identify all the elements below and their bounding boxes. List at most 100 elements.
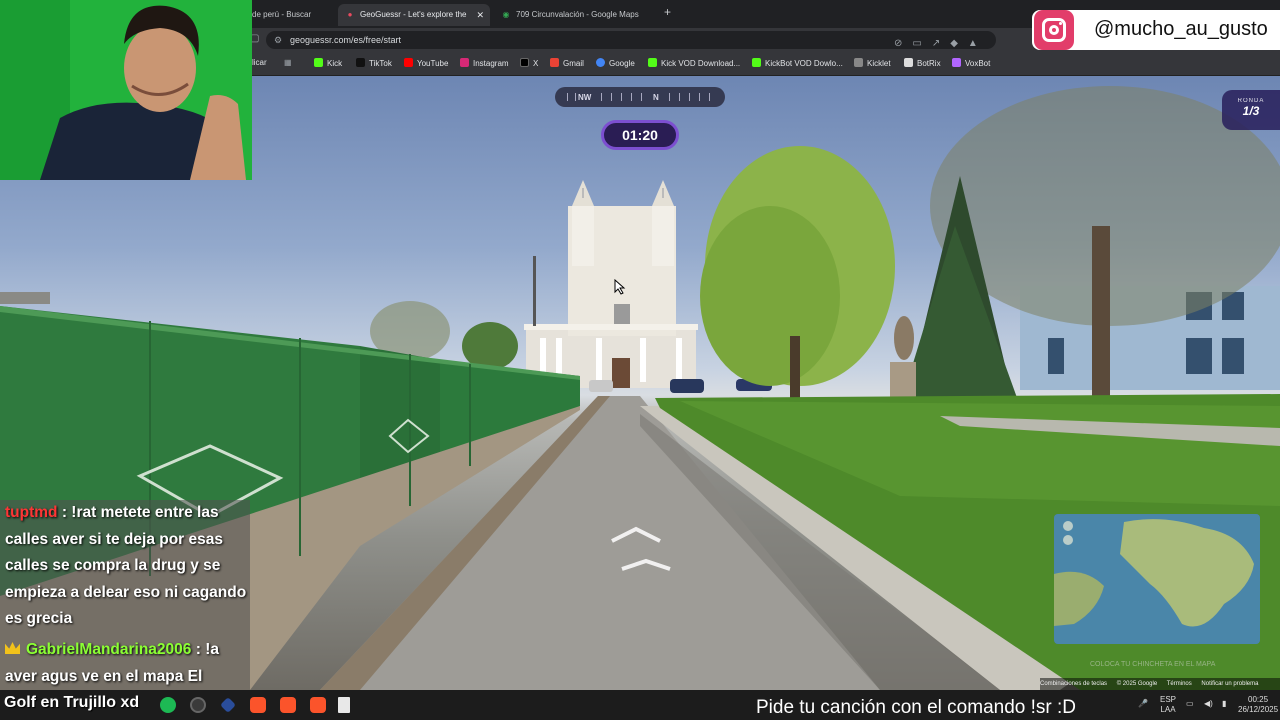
- bookmark-item[interactable]: KickBot VOD Dowlo...: [752, 58, 843, 68]
- bookmark-label: Kick: [327, 59, 343, 68]
- brave-browser-icon[interactable]: [280, 697, 296, 713]
- bookmark-label: Gmail: [563, 59, 584, 68]
- compass-label: N: [653, 93, 659, 102]
- compass-label: NW: [578, 93, 592, 102]
- bookmark-label: Instagram: [473, 59, 509, 68]
- map-attribution-bar: Combinaciones de teclas © 2025 Google Té…: [1040, 678, 1280, 690]
- clock[interactable]: 00:25 26/12/2025: [1238, 695, 1278, 715]
- google-icon: [596, 58, 605, 67]
- app-icon[interactable]: [220, 697, 236, 713]
- site-info-icon[interactable]: ⚙: [274, 31, 282, 49]
- youtube-icon: [404, 58, 413, 67]
- taskbar: Golf en Trujillo xd Pide tu canción con …: [0, 690, 1280, 720]
- bookmark-item[interactable]: Kick: [314, 58, 342, 68]
- world-map-graphic: [1054, 514, 1260, 644]
- bookmark-label: VoxBot: [965, 59, 991, 68]
- instagram-icon: [1034, 10, 1074, 50]
- network-icon[interactable]: ▭: [1186, 699, 1194, 709]
- gmail-icon: [550, 58, 559, 67]
- bookmark-label: KickBot VOD Dowlo...: [765, 59, 843, 68]
- bookmark-item[interactable]: Gmail: [550, 58, 584, 68]
- bookmark-item[interactable]: Google: [596, 58, 635, 68]
- clock-time: 00:25: [1248, 695, 1269, 704]
- attribution-item: © 2025 Google: [1116, 681, 1158, 687]
- keyboard-language[interactable]: ESP LAA: [1160, 695, 1176, 715]
- song-request-ticker: Pide tu canción con el comando !sr :D: [756, 697, 1077, 718]
- bookmark-label: YouTube: [417, 59, 449, 68]
- mouse-cursor-icon: [614, 278, 626, 300]
- round-timer: 01:20: [601, 120, 679, 150]
- stream-screen: { "browser": { "tabs": [ {"label": "de p…: [0, 0, 1280, 720]
- bookmark-item[interactable]: Kicklet: [854, 58, 891, 68]
- instagram-handle: @mucho_au_gusto: [1094, 18, 1268, 40]
- instagram-icon: [460, 58, 469, 67]
- round-indicator: RONDA 1/3: [1222, 90, 1280, 130]
- maps-favicon-icon: ◉: [502, 10, 510, 19]
- attribution-item[interactable]: Notificar un problema: [1201, 681, 1258, 687]
- tab-title: GeoGuessr - Let's explore the: [360, 10, 467, 19]
- tab-title: 709 Circunvalación - Google Maps: [516, 10, 639, 19]
- bookmark-item[interactable]: TikTok: [356, 58, 392, 68]
- x-icon: [520, 58, 529, 67]
- bookmark-label: Kick VOD Download...: [661, 59, 741, 68]
- chat-username: tuptmd: [5, 504, 58, 521]
- bookmark-item[interactable]: BotRix: [904, 58, 941, 68]
- botrix-icon: [904, 58, 913, 67]
- instagram-badge: @mucho_au_gusto: [1032, 10, 1280, 50]
- tab-geoguessr[interactable]: ● GeoGuessr - Let's explore the ✕: [338, 4, 490, 26]
- spotify-icon[interactable]: [160, 697, 176, 713]
- clock-date: 26/12/2025: [1238, 705, 1279, 714]
- bookmark-label: Google: [609, 59, 635, 68]
- round-value: 1/3: [1242, 104, 1260, 118]
- url-field[interactable]: ⚙ geoguessr.com/es/free/start ⊘▭↗◆▲: [266, 31, 996, 49]
- bookmarks-bar: licar ▦ Kick TikTok YouTube Instagram X …: [252, 52, 1280, 76]
- map-caption: COLOCA TU CHINCHETA EN EL MAPA: [1090, 661, 1216, 668]
- tab-title: de perú - Buscar: [252, 10, 312, 19]
- webcam-feed: [0, 0, 252, 180]
- brave-browser-icon[interactable]: [310, 697, 326, 713]
- tiktok-icon: [356, 58, 365, 67]
- bookmark-label: BotRix: [917, 59, 941, 68]
- kick-icon: [314, 58, 323, 67]
- brave-browser-icon[interactable]: [250, 697, 266, 713]
- church-building: [524, 180, 698, 388]
- geoguessr-favicon-icon: ●: [347, 10, 353, 19]
- voxbot-icon: [952, 58, 961, 67]
- bookmark-item[interactable]: Kick VOD Download...: [648, 58, 740, 68]
- attribution-item[interactable]: Términos: [1167, 681, 1192, 687]
- chat-message: GabrielMandarina2006 : !a aver agus ve e…: [5, 637, 247, 690]
- address-bar-actions-icon[interactable]: ⊘▭↗◆▲: [894, 35, 988, 53]
- new-tab-icon[interactable]: +: [664, 5, 671, 19]
- kicklet-icon: [854, 58, 863, 67]
- bookmark-item[interactable]: X: [520, 58, 538, 68]
- chat-username: GabrielMandarina2006: [26, 641, 192, 658]
- bookmark-item[interactable]: Instagram: [460, 58, 509, 68]
- tab-search[interactable]: de perú - Buscar: [252, 4, 336, 26]
- stream-title: Golf en Trujillo xd: [4, 694, 140, 711]
- bookmark-label: licar: [252, 58, 267, 67]
- stream-chat: tuptmd : !rat metete entre las calles av…: [0, 500, 250, 690]
- battery-icon[interactable]: ▮: [1222, 699, 1226, 709]
- file-icon[interactable]: [338, 697, 350, 713]
- kick-icon: [648, 58, 657, 67]
- apps-grid-icon[interactable]: ▦: [284, 58, 292, 67]
- chat-message: tuptmd : !rat metete entre las calles av…: [5, 500, 247, 633]
- volume-icon[interactable]: ◀): [1204, 699, 1213, 709]
- guess-minimap[interactable]: [1054, 514, 1260, 644]
- kick-icon: [752, 58, 761, 67]
- bookmark-label: X: [533, 59, 539, 68]
- close-tab-icon[interactable]: ✕: [476, 4, 484, 26]
- bookmark-item[interactable]: VoxBot: [952, 58, 990, 68]
- crown-badge-icon: [5, 642, 20, 654]
- obs-icon[interactable]: [190, 697, 206, 713]
- round-label: RONDA: [1237, 98, 1265, 104]
- move-forward-arrow-icon[interactable]: [608, 525, 672, 580]
- layout-code: LAA: [1160, 705, 1176, 714]
- url-text: geoguessr.com/es/free/start: [290, 35, 402, 45]
- tab-google-maps[interactable]: ◉ 709 Circunvalación - Google Maps: [494, 4, 656, 26]
- bookmark-item[interactable]: licar: [252, 58, 267, 67]
- attribution-item[interactable]: Combinaciones de teclas: [1040, 681, 1107, 687]
- bookmark-item[interactable]: YouTube: [404, 58, 448, 68]
- language-code: ESP: [1160, 695, 1177, 704]
- microphone-icon[interactable]: 🎤: [1138, 699, 1148, 709]
